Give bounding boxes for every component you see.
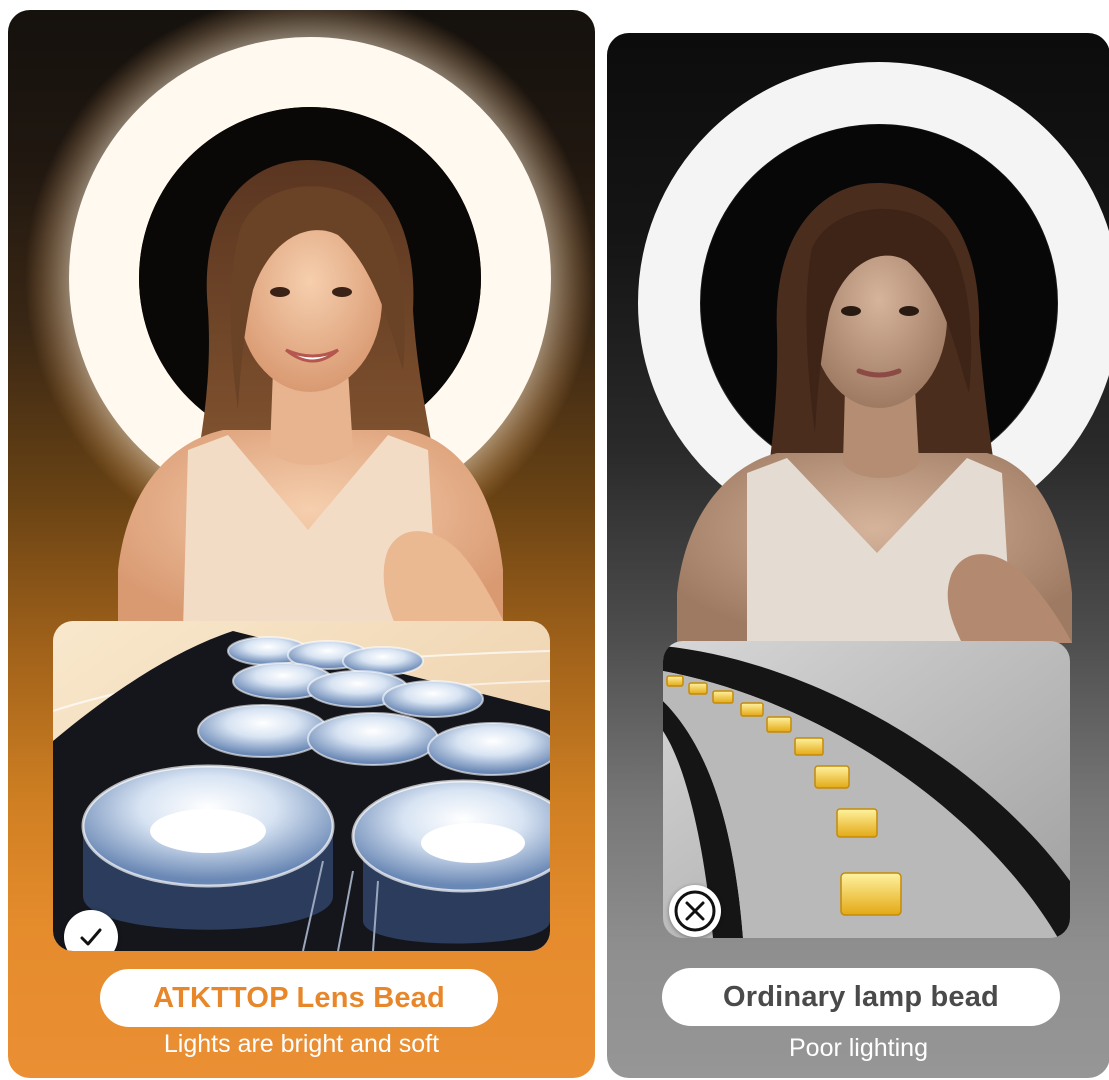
comparison-panel-ordinary: Ordinary lamp bead Poor lighting [607,33,1109,1078]
close-badge [669,885,721,937]
panel-title-left: ATKTTOP Lens Bead [153,981,445,1014]
comparison-panel-atkttop: ATKTTOP Lens Bead Lights are bright and … [8,10,595,1078]
check-icon [80,928,102,946]
lens-bead-closeup [53,621,550,951]
title-pill-left: ATKTTOP Lens Bead [100,969,498,1027]
close-icon [674,890,716,932]
panel-subtitle-right: Poor lighting [789,1034,928,1062]
lamp-bead-closeup [663,641,1070,938]
panel-subtitle-left: Lights are bright and soft [163,1030,440,1058]
title-pill-right: Ordinary lamp bead [662,968,1060,1026]
panel-title-right: Ordinary lamp bead [723,980,999,1013]
